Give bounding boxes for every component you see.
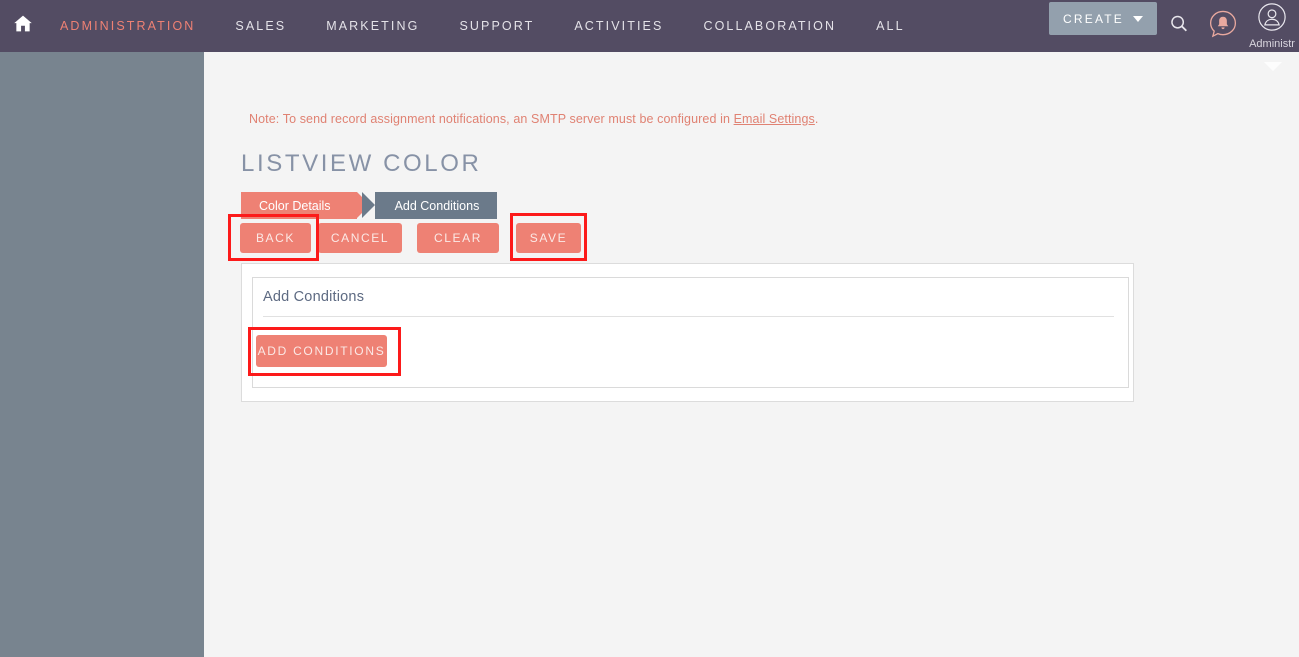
home-button[interactable] <box>0 0 40 52</box>
nav-item-sales[interactable]: SALES <box>215 0 306 52</box>
nav-item-all[interactable]: ALL <box>856 0 925 52</box>
chevron-down-icon[interactable] <box>1264 62 1282 71</box>
cancel-button[interactable]: CANCEL <box>318 223 402 253</box>
panel-divider <box>263 316 1114 317</box>
nav-item-marketing[interactable]: MARKETING <box>306 0 439 52</box>
nav-item-administration[interactable]: ADMINISTRATION <box>40 0 215 52</box>
email-settings-link[interactable]: Email Settings <box>734 112 815 126</box>
save-button[interactable]: SAVE <box>516 223 581 253</box>
step-tab-add-conditions[interactable]: Add Conditions <box>361 192 498 219</box>
nav-item-activities[interactable]: ACTIVITIES <box>554 0 683 52</box>
search-button[interactable] <box>1157 0 1201 52</box>
conditions-inner-panel <box>252 277 1129 388</box>
create-button-label: CREATE <box>1063 11 1124 26</box>
wizard-step-tabs: Color Details Add Conditions <box>241 192 498 219</box>
back-button[interactable]: BACK <box>240 223 311 253</box>
top-navigation-bar: ADMINISTRATION SALES MARKETING SUPPORT A… <box>0 0 1299 52</box>
add-conditions-button[interactable]: ADD CONDITIONS <box>256 335 387 367</box>
home-icon <box>12 13 34 39</box>
chevron-down-icon <box>1133 15 1143 22</box>
user-account-label: Administr <box>1249 38 1295 50</box>
smtp-note-text: Note: To send record assignment notifica… <box>249 112 818 126</box>
user-avatar-icon <box>1257 2 1287 37</box>
step-tab-color-details[interactable]: Color Details <box>241 192 370 219</box>
nav-item-support[interactable]: SUPPORT <box>439 0 554 52</box>
smtp-note-prefix: Note: To send record assignment notifica… <box>249 112 734 126</box>
step-tab-add-conditions-label: Add Conditions <box>394 198 480 213</box>
create-button[interactable]: CREATE <box>1049 2 1157 35</box>
smtp-note-suffix: . <box>814 112 819 126</box>
top-bar-right-tools: CREATE Administr <box>1049 0 1299 52</box>
page-title: LISTVIEW COLOR <box>241 150 482 177</box>
clear-button[interactable]: CLEAR <box>417 223 499 253</box>
nav-item-collaboration[interactable]: COLLABORATION <box>683 0 856 52</box>
left-sidebar-panel <box>0 52 204 657</box>
step-tab-color-details-label: Color Details <box>259 198 331 213</box>
notifications-button[interactable] <box>1201 0 1245 52</box>
main-menu: ADMINISTRATION SALES MARKETING SUPPORT A… <box>40 0 925 52</box>
conditions-panel-heading: Add Conditions <box>263 289 365 305</box>
user-account-button[interactable]: Administr <box>1245 0 1299 52</box>
notification-bell-icon <box>1208 9 1238 44</box>
search-icon <box>1168 13 1190 40</box>
